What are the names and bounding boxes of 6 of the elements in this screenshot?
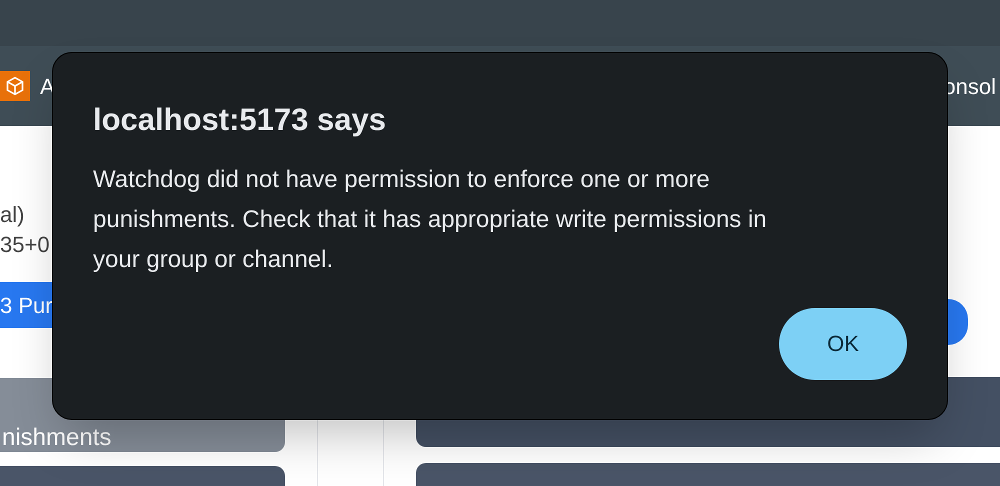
cube-icon xyxy=(0,71,30,101)
ok-button[interactable]: OK xyxy=(779,308,907,380)
detail-text: al) xyxy=(0,201,24,229)
dialog-title: localhost:5173 says xyxy=(93,101,387,139)
dialog-message: Watchdog did not have permission to enforce one or more punishments. Check that it has appropriate write permissions in your group or channel. xyxy=(93,164,768,274)
detail-text: 35+0 xyxy=(0,231,50,259)
